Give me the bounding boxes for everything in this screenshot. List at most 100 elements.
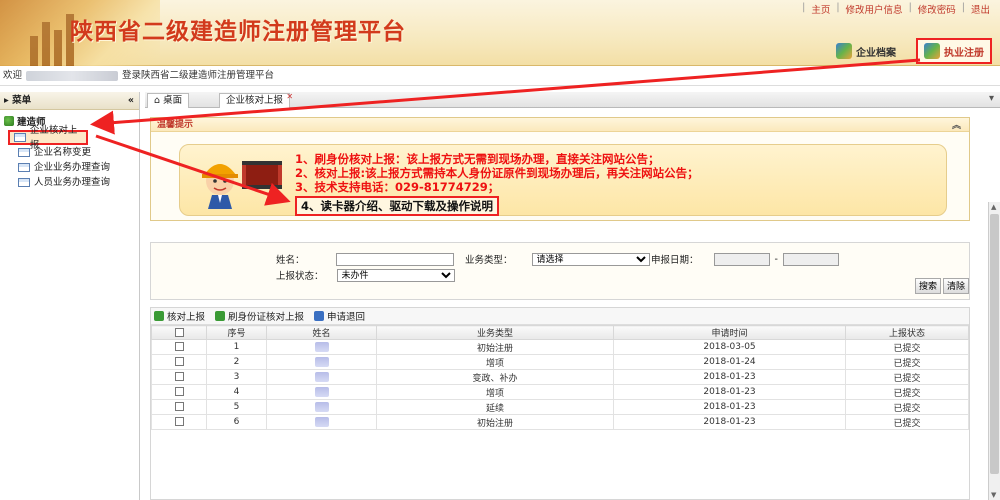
vertical-scrollbar[interactable]: ▲ ▼ — [988, 202, 1000, 500]
welcome-bar: 欢迎 登录陕西省二级建造师注册管理平台 — [0, 66, 1000, 86]
table-row[interactable]: 3 变政、补办 2018-01-23 已提交 — [151, 369, 969, 385]
close-tab-icon[interactable]: ✕ — [286, 90, 293, 103]
collapse-icon[interactable]: « — [128, 92, 134, 109]
row-select[interactable] — [151, 414, 207, 430]
date-end-input[interactable] — [782, 252, 839, 266]
date-label: 申报日期： — [651, 255, 699, 266]
row-checkbox[interactable] — [174, 342, 184, 351]
select-all-header[interactable] — [151, 325, 207, 340]
name-input[interactable] — [335, 252, 454, 266]
search-button[interactable]: 搜索 — [915, 278, 942, 294]
row-checkbox[interactable] — [174, 387, 184, 396]
business-type-label: 业务类型： — [465, 255, 513, 266]
id-card-report-button[interactable]: 刷身份证核对上报 — [215, 309, 304, 323]
scroll-thumb[interactable] — [990, 214, 999, 474]
sidebar-item-enterprise-query[interactable]: 企业业务办理查询 — [3, 160, 139, 175]
cell-type: 增项 — [376, 354, 614, 370]
request-return-button[interactable]: 申请退回 — [314, 309, 365, 323]
sidebar: ▸ 菜单 « 建造师 企业核对上报 企业名称变更 企业业务办理查询 人员业务办理… — [0, 92, 140, 500]
collapse-up-icon[interactable]: ︽ — [952, 119, 961, 133]
cell-date: 2018-01-23 — [613, 399, 846, 415]
welcome-prefix: 欢迎 — [3, 70, 23, 81]
cell-name — [266, 339, 377, 355]
business-type-group: 业务类型： 请选择 — [465, 252, 650, 266]
row-select[interactable] — [151, 369, 207, 385]
home-link[interactable]: 主页 — [811, 2, 830, 16]
tab-desktop[interactable]: ⌂ 桌面 — [147, 93, 190, 108]
sidebar-item-label: 人员业务办理查询 — [34, 177, 111, 188]
tabs-menu-icon[interactable]: ▾ — [989, 93, 994, 104]
redacted-name — [314, 386, 329, 397]
tip-line-4-link[interactable]: 4、读卡器介绍、驱动下载及操作说明 — [295, 196, 499, 216]
scroll-up-icon[interactable]: ▲ — [991, 203, 996, 211]
change-password-link[interactable]: 修改密码 — [918, 2, 956, 16]
row-checkbox[interactable] — [174, 402, 184, 411]
registration-icon — [924, 43, 940, 59]
doc-icon — [18, 148, 30, 157]
cell-no: 4 — [206, 384, 267, 400]
enterprise-file-icon — [836, 43, 852, 59]
col-header-date: 申请时间 — [613, 325, 846, 340]
cell-type: 增项 — [376, 384, 614, 400]
sidebar-item-label: 企业名称变更 — [34, 147, 92, 158]
doc-icon — [18, 178, 30, 187]
tab-report[interactable]: 企业核对上报 ✕ — [219, 90, 293, 108]
row-checkbox[interactable] — [174, 372, 184, 381]
status-select[interactable]: 未办件 — [336, 268, 455, 282]
grid-panel: 核对上报 刷身份证核对上报 申请退回 序号 姓名 业务类型 申请时间 上报状态 — [150, 307, 970, 500]
scroll-down-icon[interactable]: ▼ — [991, 491, 996, 499]
module-tabs: 企业档案 执业注册 — [830, 38, 992, 64]
row-checkbox[interactable] — [174, 417, 184, 426]
table-row[interactable]: 4 增项 2018-01-23 已提交 — [151, 384, 969, 400]
clear-button[interactable]: 清除 — [943, 278, 969, 294]
cell-name — [266, 354, 377, 370]
table-row[interactable]: 2 增项 2018-01-24 已提交 — [151, 354, 969, 370]
redacted-name — [314, 416, 329, 427]
sidebar-item-person-query[interactable]: 人员业务办理查询 — [3, 175, 139, 190]
table-row[interactable]: 6 初始注册 2018-01-23 已提交 — [151, 414, 969, 430]
cell-status: 已提交 — [845, 384, 969, 400]
home-icon: ⌂ — [154, 95, 161, 106]
sidebar-item-name-change[interactable]: 企业名称变更 — [3, 145, 139, 160]
cell-status: 已提交 — [845, 414, 969, 430]
row-select[interactable] — [151, 339, 207, 355]
toolbar-label: 刷身份证核对上报 — [228, 312, 305, 323]
table-row[interactable]: 5 延续 2018-01-23 已提交 — [151, 399, 969, 415]
cell-no: 3 — [206, 369, 267, 385]
cell-no: 2 — [206, 354, 267, 370]
row-select[interactable] — [151, 399, 207, 415]
business-type-select[interactable]: 请选择 — [531, 252, 650, 266]
table-row[interactable]: 1 初始注册 2018-03-05 已提交 — [151, 339, 969, 355]
cell-status: 已提交 — [845, 399, 969, 415]
cell-type: 变政、补办 — [376, 369, 614, 385]
cell-status: 已提交 — [845, 369, 969, 385]
select-all-checkbox[interactable] — [174, 327, 184, 337]
tips-body: 1、刷身份核对上报：该上报方式无需到现场办理，直接关注网站公告； 2、核对上报:… — [179, 144, 947, 216]
col-header-name: 姓名 — [266, 325, 377, 340]
sidebar-item-report[interactable]: 企业核对上报 — [8, 125, 88, 151]
cell-date: 2018-01-23 — [613, 369, 846, 385]
tab-label: 桌面 — [163, 95, 183, 106]
module-tab-enterprise[interactable]: 企业档案 — [830, 40, 902, 62]
tab-label: 企业核对上报 — [226, 95, 284, 106]
logout-link[interactable]: 退出 — [971, 2, 990, 16]
verify-report-button[interactable]: 核对上报 — [154, 309, 205, 323]
row-checkbox[interactable] — [174, 357, 184, 366]
module-tab-registration[interactable]: 执业注册 — [916, 38, 992, 64]
cell-type: 初始注册 — [376, 339, 614, 355]
cell-no: 5 — [206, 399, 267, 415]
name-label: 姓名： — [276, 255, 305, 266]
date-separator: - — [774, 253, 778, 265]
cell-date: 2018-01-24 — [613, 354, 846, 370]
date-start-input[interactable] — [713, 252, 770, 266]
cell-no: 1 — [206, 339, 267, 355]
redacted-name — [314, 341, 329, 352]
cell-status: 已提交 — [845, 339, 969, 355]
welcome-suffix: 登录陕西省二级建造师注册管理平台 — [122, 70, 275, 81]
tips-panel: 温馨提示 ︽ 1、刷身份核对上报：该上报方式无需到现场办理，直接关注网站公告； — [150, 117, 970, 221]
row-select[interactable] — [151, 354, 207, 370]
toolbar-label: 申请退回 — [327, 312, 366, 323]
status-label: 上报状态： — [276, 271, 324, 282]
row-select[interactable] — [151, 384, 207, 400]
edit-user-link[interactable]: 修改用户信息 — [846, 2, 903, 16]
